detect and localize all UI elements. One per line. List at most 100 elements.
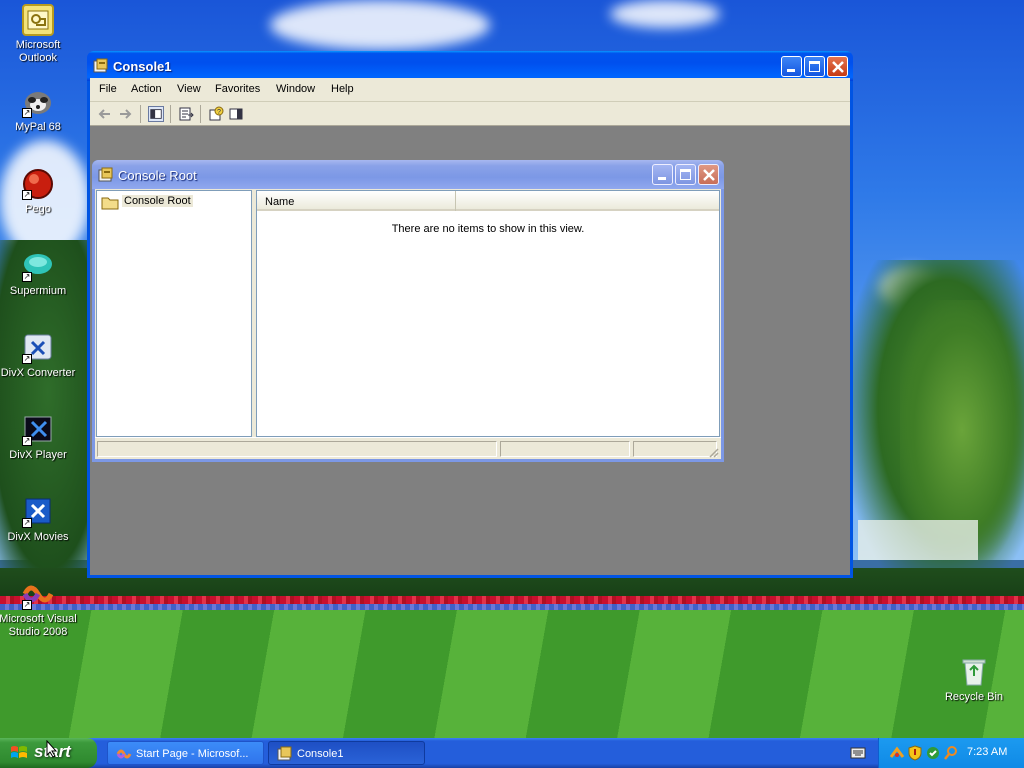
- update-icon[interactable]: [925, 745, 941, 761]
- maximize-icon: [809, 61, 820, 72]
- console-root-body: Console Root Name There are no items to …: [95, 189, 721, 459]
- desktop-icon-label: Pego: [25, 203, 51, 215]
- mypal-icon: ↗: [22, 86, 54, 118]
- minimize-button[interactable]: [652, 164, 673, 185]
- svg-text:?: ?: [217, 109, 221, 116]
- taskbar-item-label: Start Page - Microsof...: [136, 748, 249, 760]
- desktop-icon-mypal[interactable]: ↗ MyPal 68: [0, 86, 78, 134]
- shortcut-arrow-icon: ↗: [22, 436, 32, 446]
- toolbar-separator: [200, 105, 201, 123]
- column-header-label: Name: [265, 196, 295, 208]
- desktop-icon-label: MyPal 68: [15, 121, 61, 133]
- desktop-icon-label: DivX Player: [9, 449, 67, 461]
- desktop-icon-visual-studio[interactable]: ↗ Microsoft Visual Studio 2008: [0, 578, 78, 639]
- list-header: Name: [257, 191, 719, 211]
- toolbar-separator: [140, 105, 141, 123]
- minimize-button[interactable]: [781, 56, 802, 77]
- mmc-app-icon: [98, 167, 114, 183]
- console-root-titlebar[interactable]: Console Root: [92, 160, 724, 189]
- supermium-icon: ↗: [22, 250, 54, 282]
- tree-pane: Console Root: [96, 190, 252, 437]
- menu-action[interactable]: Action: [131, 83, 162, 95]
- maximize-button[interactable]: [804, 56, 825, 77]
- mmc-app-icon: [93, 58, 109, 74]
- desktop-icon-divx-player[interactable]: ↗ DivX Player: [0, 414, 78, 462]
- windows-flag-icon: [11, 746, 27, 758]
- menu-bar: File Action View Favorites Window Help: [90, 78, 850, 102]
- shortcut-arrow-icon: ↗: [22, 108, 32, 118]
- taskbar-item-start-page[interactable]: Start Page - Microsof...: [107, 741, 264, 765]
- status-cell: [97, 441, 497, 457]
- result-pane: Name There are no items to show in this …: [256, 190, 720, 437]
- taskbar-item-label: Console1: [297, 748, 344, 760]
- status-cell: [500, 441, 630, 457]
- taskbar: start Start Page - Microsof... Console1 …: [0, 738, 1024, 768]
- window-title: Console1: [113, 59, 172, 74]
- export-list-icon[interactable]: [178, 106, 194, 122]
- divx-player-icon: ↗: [22, 414, 54, 446]
- mdi-client-area: File Action View Favorites Window Help ?: [90, 78, 850, 575]
- desktop-icon-label: Microsoft Visual Studio 2008: [0, 613, 77, 638]
- desktop-icon-label: Microsoft Outlook: [15, 39, 61, 64]
- pego-icon: ↗: [22, 168, 54, 200]
- maximize-button[interactable]: [675, 164, 696, 185]
- shortcut-arrow-icon: ↗: [22, 190, 32, 200]
- resize-grip-icon[interactable]: [707, 446, 719, 458]
- visual-studio-icon: [116, 749, 132, 759]
- wallpaper-cloud: [610, 0, 720, 28]
- toolbar: ?: [90, 102, 850, 126]
- wallpaper-cloud: [270, 0, 490, 50]
- divx-movies-icon: ↗: [22, 496, 54, 528]
- window-title: Console Root: [118, 168, 197, 183]
- status-bar: [95, 437, 721, 459]
- back-arrow-icon[interactable]: [96, 106, 112, 122]
- minimize-icon: [658, 177, 666, 180]
- outlook-icon: [22, 4, 54, 36]
- menu-window[interactable]: Window: [276, 83, 315, 95]
- wallpaper-lawn: [0, 610, 1024, 738]
- system-tray: 7:23 AM: [878, 738, 1024, 768]
- help-icon[interactable]: ?: [208, 106, 224, 122]
- console-window: Console1 File Action View Favorites Wind…: [87, 51, 853, 578]
- desktop-icon-outlook[interactable]: Microsoft Outlook: [0, 4, 78, 65]
- empty-view-message: There are no items to show in this view.: [391, 223, 585, 235]
- shortcut-arrow-icon: ↗: [22, 600, 32, 610]
- desktop-icon-label: DivX Movies: [7, 531, 69, 543]
- search-icon[interactable]: [943, 745, 959, 761]
- menu-view[interactable]: View: [177, 83, 201, 95]
- minimize-icon: [787, 69, 795, 72]
- status-cell: [633, 441, 717, 457]
- close-icon: [832, 61, 844, 73]
- close-button[interactable]: [827, 56, 848, 77]
- keyboard-icon[interactable]: [850, 746, 866, 760]
- column-header-name[interactable]: Name: [257, 191, 456, 211]
- close-button[interactable]: [698, 164, 719, 185]
- show-hide-action-pane-icon[interactable]: [228, 106, 244, 122]
- desktop-icon-divx-converter[interactable]: ↗ DivX Converter: [0, 332, 78, 380]
- forward-arrow-icon[interactable]: [118, 106, 134, 122]
- toolbar-separator: [170, 105, 171, 123]
- console-root-window: Console Root Console Root Name There are…: [92, 160, 724, 462]
- desktop-icon-label: DivX Converter: [0, 367, 76, 379]
- mouse-cursor-icon: [46, 740, 58, 758]
- shortcut-arrow-icon: ↗: [22, 354, 32, 364]
- desktop-icon-label: Recycle Bin: [944, 691, 1004, 703]
- menu-file[interactable]: File: [99, 83, 117, 95]
- console-window-titlebar[interactable]: Console1: [87, 51, 853, 81]
- security-shield-icon[interactable]: [907, 745, 923, 761]
- desktop-icon-supermium[interactable]: ↗ Supermium: [0, 250, 78, 298]
- desktop-icon-recycle-bin[interactable]: Recycle Bin: [934, 656, 1014, 704]
- recycle-bin-icon: [958, 656, 990, 688]
- network-icon[interactable]: [889, 745, 905, 761]
- menu-help[interactable]: Help: [331, 83, 354, 95]
- show-hide-tree-icon[interactable]: [148, 106, 164, 122]
- maximize-icon: [680, 169, 691, 180]
- desktop-icon-label: Supermium: [9, 285, 67, 297]
- clock[interactable]: 7:23 AM: [967, 746, 1007, 758]
- desktop-icon-divx-movies[interactable]: ↗ DivX Movies: [0, 496, 78, 544]
- divx-converter-icon: ↗: [22, 332, 54, 364]
- shortcut-arrow-icon: ↗: [22, 272, 32, 282]
- menu-favorites[interactable]: Favorites: [215, 83, 260, 95]
- taskbar-item-console1[interactable]: Console1: [268, 741, 425, 765]
- desktop-icon-pego[interactable]: ↗ Pego: [0, 168, 78, 216]
